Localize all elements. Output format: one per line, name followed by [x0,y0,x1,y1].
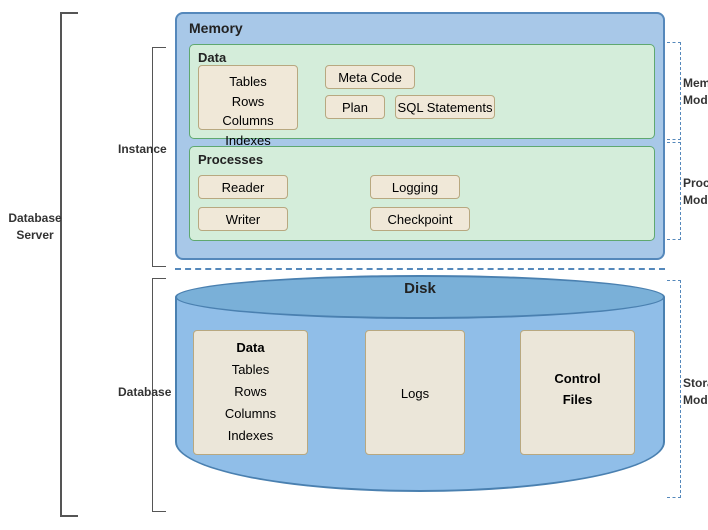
process-model-label: Process Model [683,175,708,209]
memory-title: Memory [189,20,243,36]
divider-line [175,268,665,270]
database-label: Database [118,385,171,399]
data-box: Data Tables Rows Columns Indexes Meta Co… [189,44,655,139]
logging-box: Logging [370,175,460,199]
instance-bracket [152,47,166,267]
disk-data-label: Data [194,337,307,359]
storage-model-bracket [667,280,681,498]
checkpoint-box: Checkpoint [370,207,470,231]
memory-model-label: Memory Model [683,75,708,109]
disk-rows-label: Rows [194,381,307,403]
memory-box: Memory Data Tables Rows Columns Indexes … [175,12,665,260]
disk-data-box: Data Tables Rows Columns Indexes [193,330,308,455]
disk-control-box: Control Files [520,330,635,455]
plan-box: Plan [325,95,385,119]
disk-title: Disk [404,280,436,297]
rows-label: Rows [199,92,297,112]
db-server-label: Database Server [5,210,65,244]
storage-model-label: Storage Model [683,375,708,409]
disk-section: Disk Data Tables Rows Columns Indexes Lo… [175,275,665,515]
processes-title: Processes [198,152,263,167]
disk-tables-label: Tables [194,359,307,381]
sql-box: SQL Statements [395,95,495,119]
processes-box: Processes Reader Logging Writer Checkpoi… [189,146,655,241]
meta-code-box: Meta Code [325,65,415,89]
memory-model-bracket [667,42,681,140]
tables-label: Tables [199,72,297,92]
tables-box: Tables Rows Columns Indexes [198,65,298,130]
disk-columns-label: Columns [194,403,307,425]
reader-box: Reader [198,175,288,199]
logs-label: Logs [401,386,429,401]
process-model-bracket [667,142,681,240]
columns-label: Columns [199,111,297,131]
control-files-label: Control Files [521,369,634,411]
writer-box: Writer [198,207,288,231]
data-title: Data [198,50,226,65]
db-server-bracket [60,12,78,517]
disk-indexes-label: Indexes [194,425,307,447]
instance-label: Instance [118,142,167,156]
disk-logs-box: Logs [365,330,465,455]
